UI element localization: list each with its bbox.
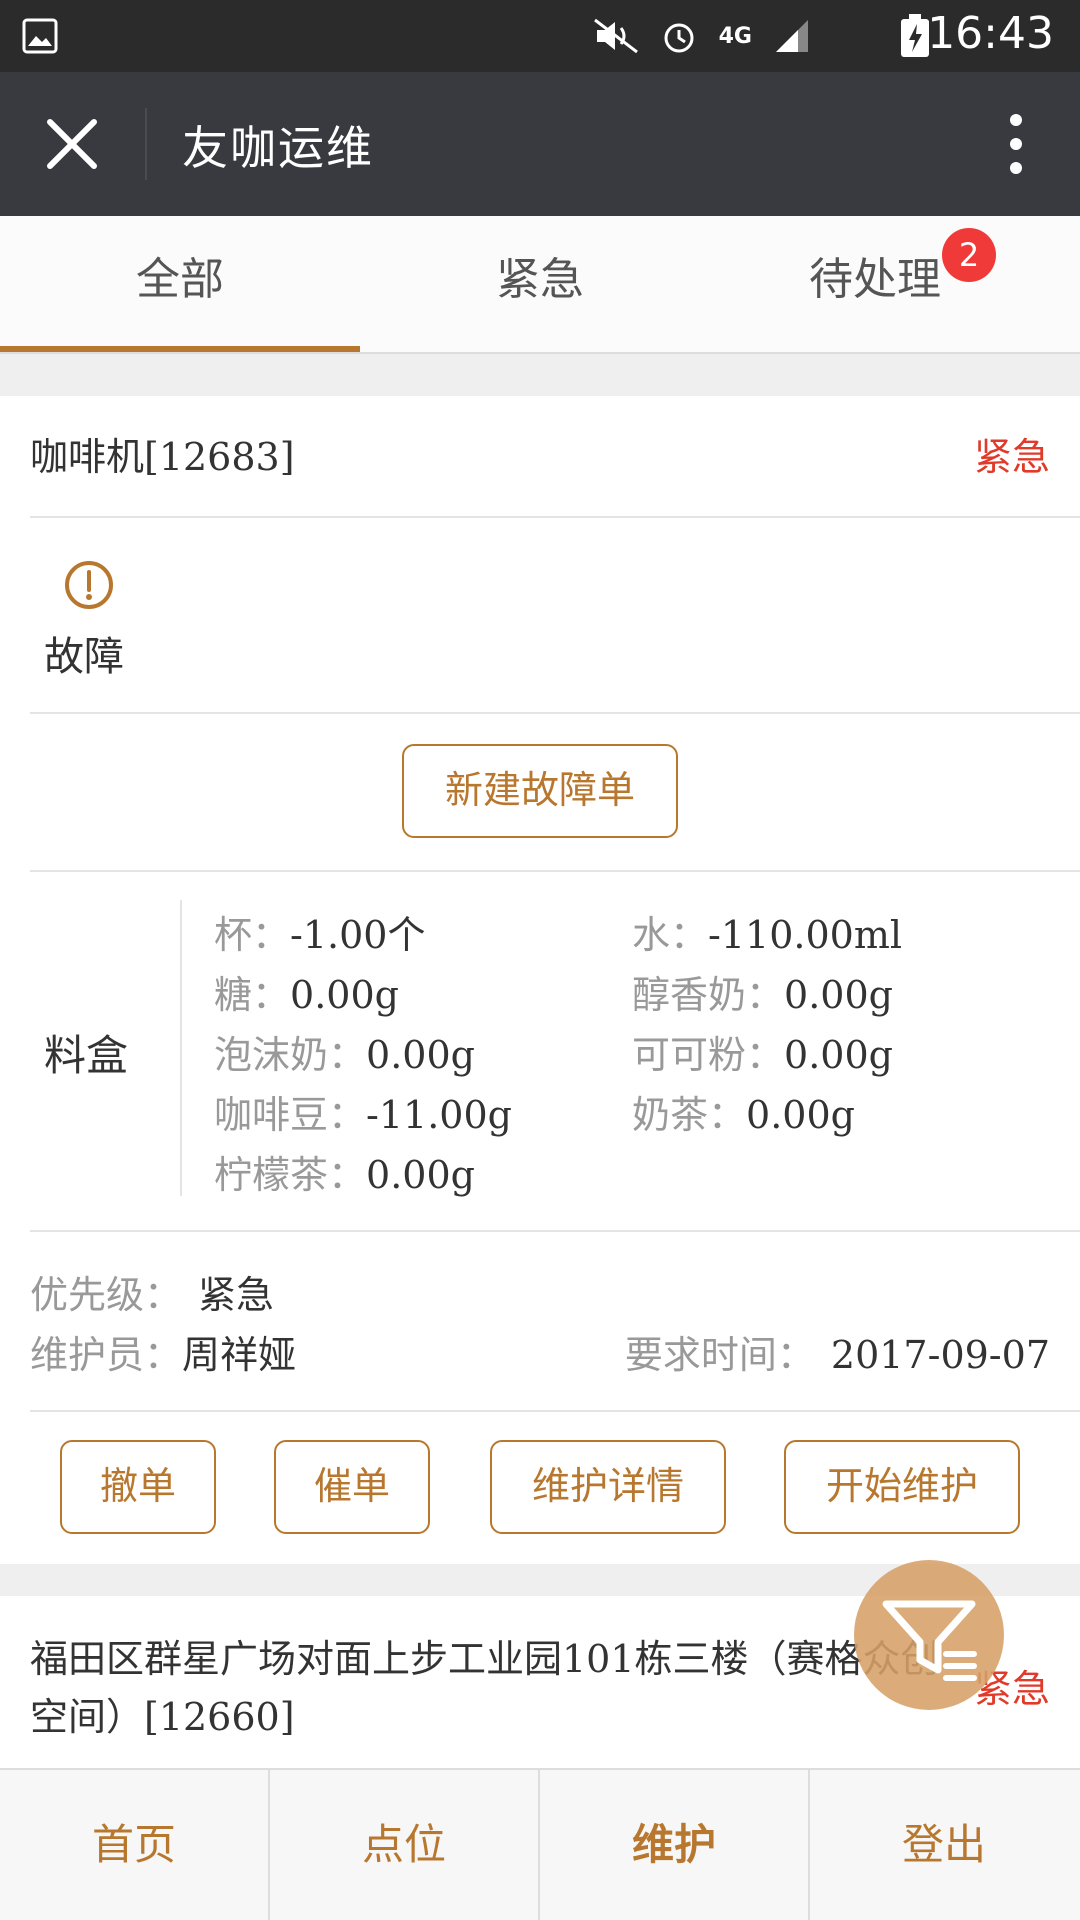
status-icons: 4G [593, 14, 810, 58]
order-title: 咖啡机[12683] [30, 435, 295, 479]
tab-urgent[interactable]: 紧急 [360, 216, 720, 352]
signal-icon [776, 20, 808, 52]
nav-locations[interactable]: 点位 [270, 1770, 538, 1920]
material-item: 可可粉：0.00g [632, 1033, 893, 1077]
divider [30, 712, 1080, 714]
urge-order-button[interactable]: 催单 [274, 1440, 430, 1534]
material-item: 柠檬茶：0.00g [214, 1153, 475, 1197]
order-title: 福田区群星广场对面上步工业园101栋三楼（赛格众创空间）[12660] [30, 1637, 939, 1739]
start-maintenance-button[interactable]: 开始维护 [784, 1440, 1020, 1534]
material-box-divider [180, 900, 182, 1196]
divider [30, 870, 1080, 872]
divider [30, 516, 1080, 518]
required-time-row: 要求时间： 2017-09-07 [624, 1333, 1050, 1377]
material-item: 醇香奶：0.00g [632, 973, 893, 1017]
network-type: 4G [718, 23, 752, 49]
nav-logout[interactable]: 登出 [810, 1770, 1078, 1920]
urgency-label: 紧急 [973, 435, 1050, 479]
gallery-icon [22, 18, 58, 54]
nav-home[interactable]: 首页 [0, 1770, 268, 1920]
pending-count-badge: 2 [942, 228, 996, 282]
app-bar: 友咖运维 [0, 72, 1080, 216]
material-item: 泡沫奶：0.00g [214, 1033, 475, 1077]
bottom-nav: 首页 点位 维护 登出 [0, 1768, 1080, 1920]
more-vertical-icon[interactable] [988, 108, 1044, 180]
divider [30, 1410, 1080, 1412]
fault-status-label: 故障 [44, 634, 124, 680]
filter-button[interactable] [854, 1560, 1004, 1710]
material-item: 咖啡豆：-11.00g [214, 1093, 512, 1137]
status-bar: 4G 16:43 [0, 0, 1080, 72]
material-item: 奶茶：0.00g [632, 1093, 855, 1137]
nav-maintenance[interactable]: 维护 [540, 1770, 808, 1920]
tab-bar: 全部 紧急 待处理 [0, 216, 1080, 354]
material-box-label: 料盒 [44, 1031, 129, 1080]
maintainer-row: 维护员：周祥娅 [30, 1333, 297, 1377]
divider [30, 1230, 1080, 1232]
tab-all[interactable]: 全部 [0, 216, 360, 352]
warning-icon [65, 561, 113, 609]
order-card: 咖啡机[12683] 紧急 故障 新建故障单 料盒 杯：-1.00个 水：-11… [0, 396, 1080, 1564]
battery-charging-icon [901, 14, 929, 57]
priority-row: 优先级： 紧急 [30, 1273, 275, 1317]
tab-indicator [0, 346, 360, 352]
filter-icon [882, 1600, 977, 1681]
clock: 16:43 [927, 8, 1054, 59]
material-item: 水：-110.00ml [632, 913, 903, 957]
maintenance-details-button[interactable]: 维护详情 [490, 1440, 726, 1534]
material-item: 杯：-1.00个 [214, 913, 426, 957]
app-bar-divider [145, 108, 147, 180]
alarm-icon [664, 23, 694, 53]
new-fault-ticket-button[interactable]: 新建故障单 [402, 744, 678, 838]
tab-pending[interactable]: 待处理 [690, 216, 1060, 352]
material-item: 糖：0.00g [214, 973, 399, 1017]
page-title: 友咖运维 [182, 121, 374, 175]
cancel-order-button[interactable]: 撤单 [60, 1440, 216, 1534]
mute-vibrate-icon [593, 18, 638, 54]
close-icon[interactable] [36, 108, 108, 180]
